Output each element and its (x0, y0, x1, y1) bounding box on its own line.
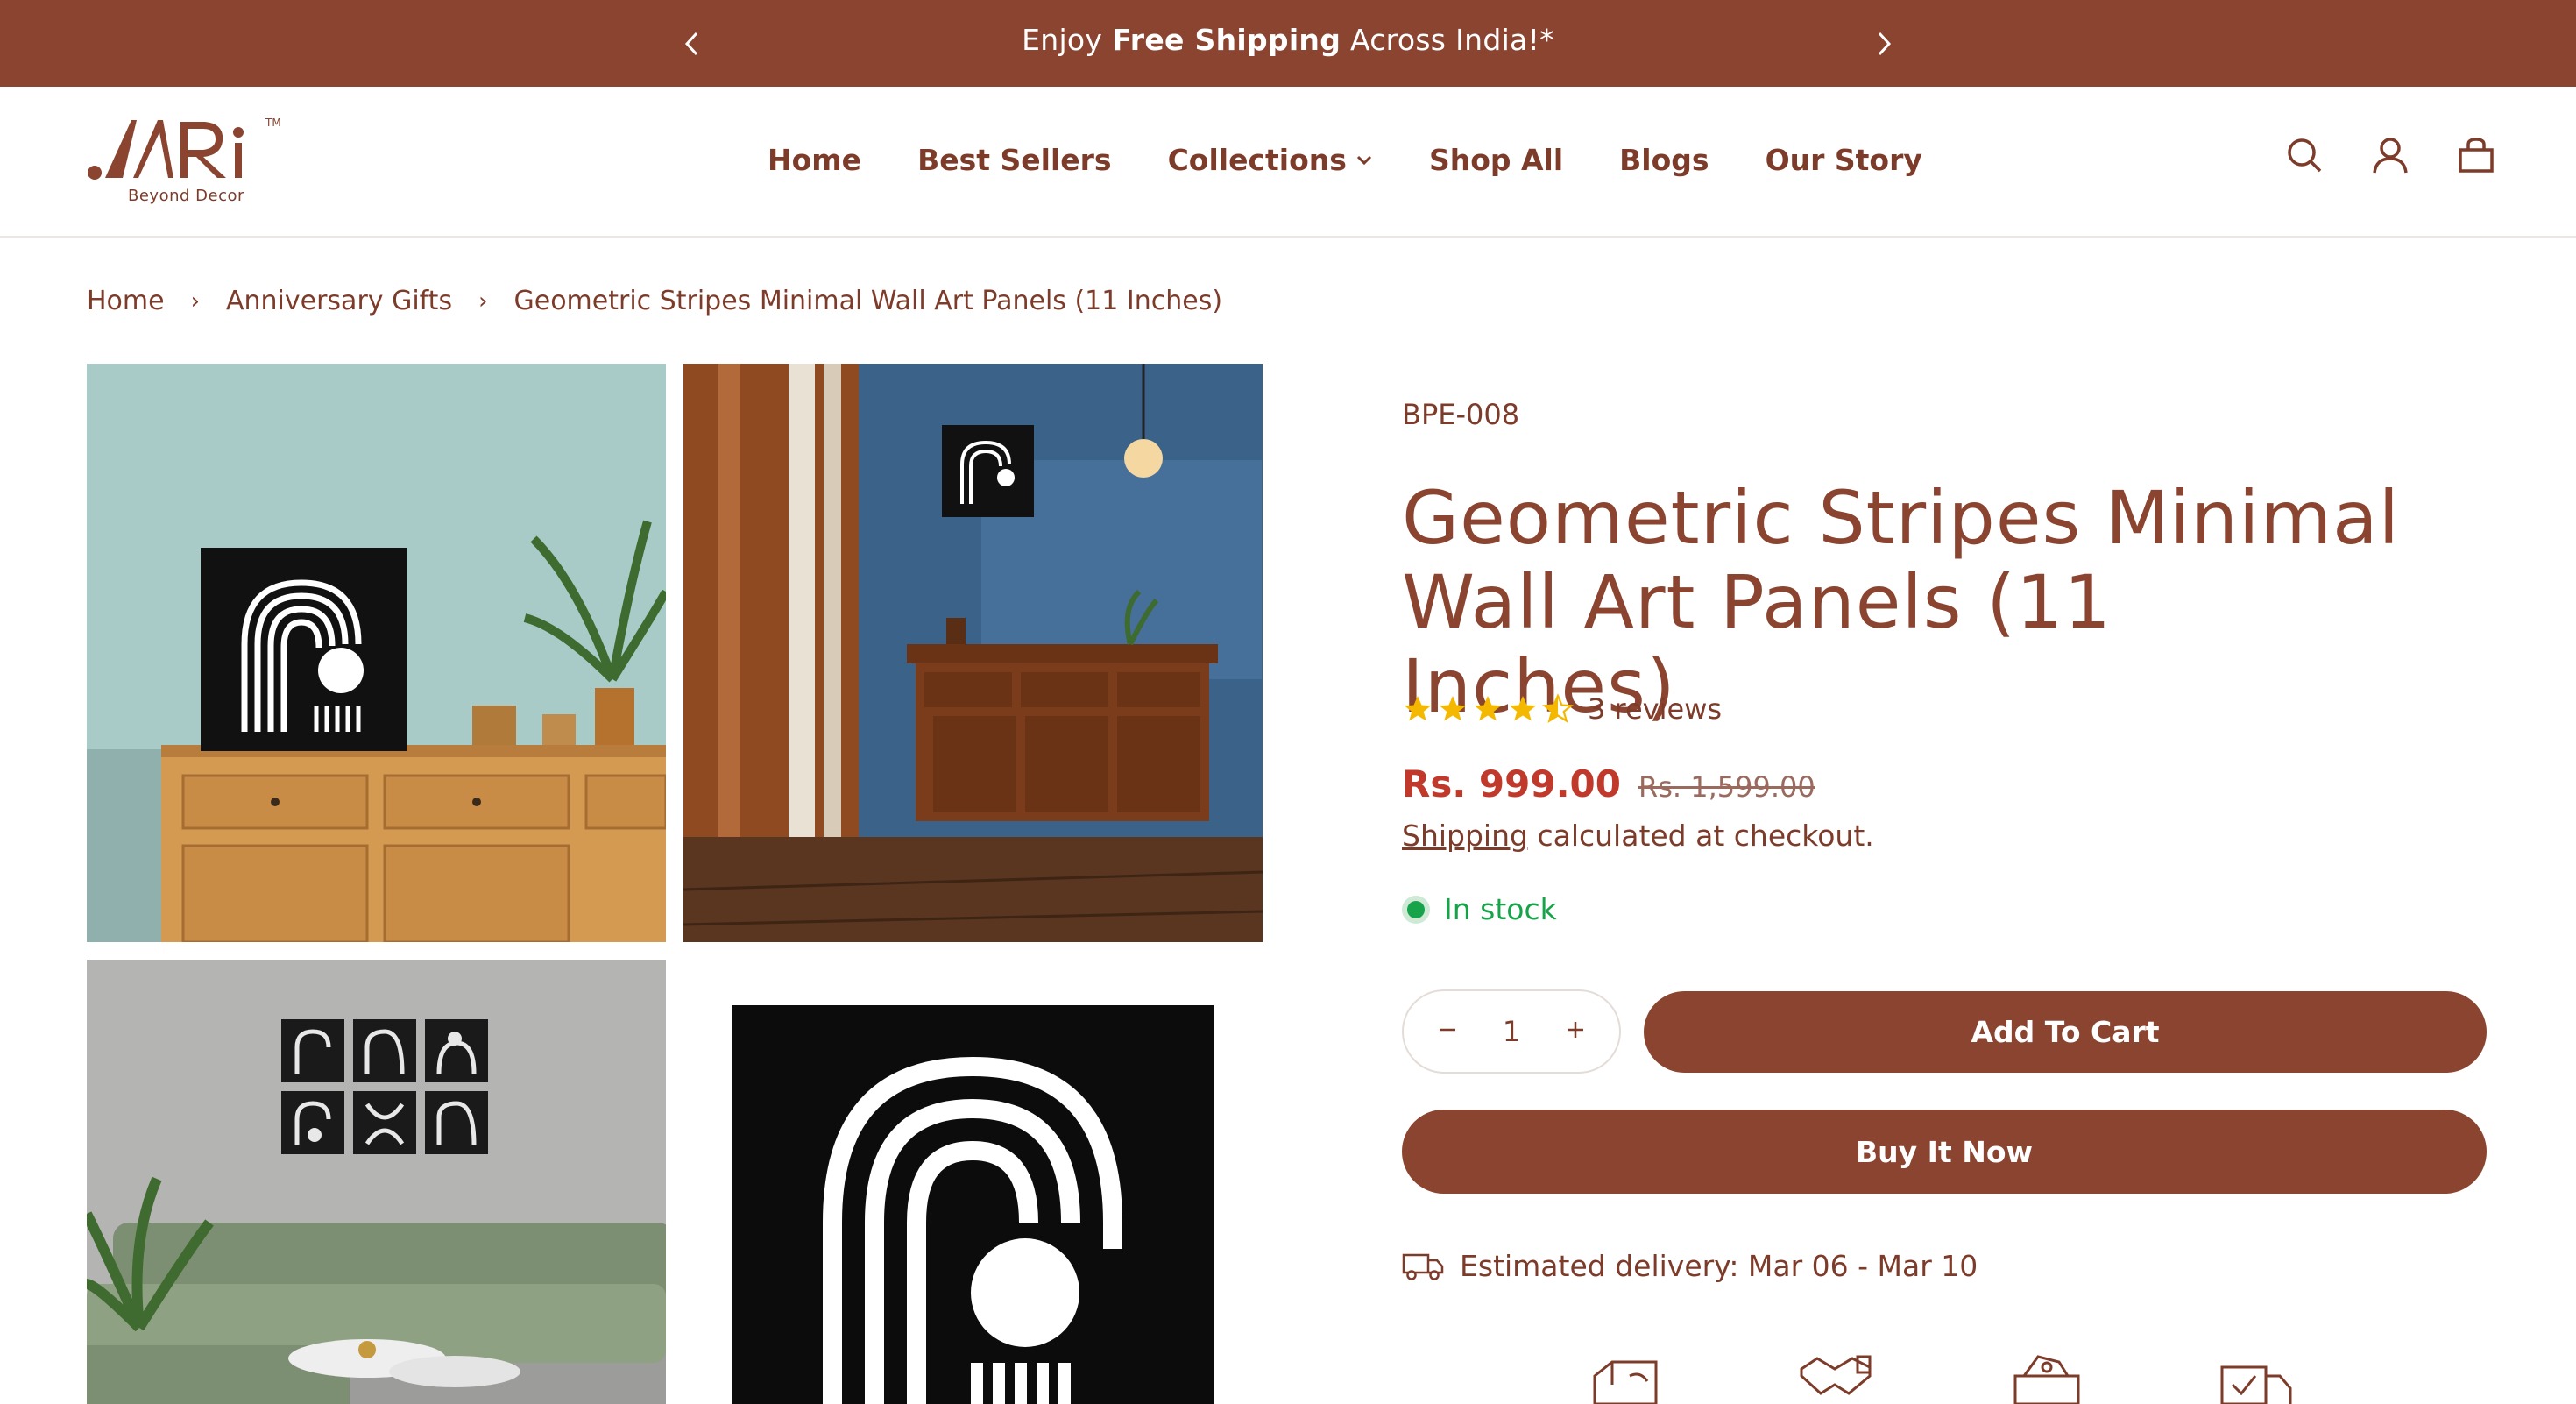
product-rating[interactable]: 3 reviews (1402, 692, 1722, 726)
handshake-icon (1796, 1350, 1875, 1404)
product-image-2[interactable] (683, 364, 1263, 942)
announcement-message: Enjoy Free Shipping Across India!* (1022, 23, 1554, 57)
nav-item-collections-label: Collections (1167, 143, 1347, 177)
delivery-check-icon (2217, 1350, 2296, 1404)
cash-payment-icon (2006, 1350, 2085, 1404)
add-to-cart-button[interactable]: Add To Cart (1644, 991, 2487, 1073)
shipping-link[interactable]: Shipping (1402, 819, 1528, 853)
main-nav: Home Best Sellers Collections Shop All B… (768, 143, 1922, 177)
delivery-truck-icon (1402, 1253, 1444, 1280)
nav-item-collections[interactable]: Collections (1168, 143, 1373, 177)
breadcrumb: Home › Anniversary Gifts › Geometric Str… (87, 286, 1222, 316)
nav-item-blogs[interactable]: Blogs (1619, 143, 1709, 177)
estimated-delivery: Estimated delivery: Mar 06 - Mar 10 (1402, 1249, 1978, 1283)
breadcrumb-home[interactable]: Home (87, 286, 165, 316)
product-image-1[interactable] (87, 364, 666, 942)
breadcrumb-separator: › (190, 287, 200, 315)
brand-logo[interactable]: TM Beyond Decor (86, 113, 287, 209)
quantity-stepper (1402, 989, 1621, 1074)
product-sku: BPE-008 (1402, 398, 1520, 431)
decrease-quantity-button[interactable] (1430, 1014, 1465, 1049)
product-image-3[interactable] (87, 960, 666, 1404)
sale-price: Rs. 999.00 (1402, 762, 1621, 805)
logo-trademark: TM (265, 117, 281, 129)
nav-item-shop-all[interactable]: Shop All (1429, 143, 1563, 177)
nav-item-our-story[interactable]: Our Story (1766, 143, 1922, 177)
nav-item-home[interactable]: Home (768, 143, 861, 177)
cart-icon[interactable] (2457, 136, 2495, 174)
chevron-right-icon[interactable] (1866, 26, 1901, 61)
stock-status: In stock (1402, 892, 1557, 926)
rating-stars (1402, 693, 1574, 725)
buy-now-button[interactable]: Buy It Now (1402, 1110, 2487, 1194)
announcement-bar: Enjoy Free Shipping Across India!* (0, 0, 2576, 87)
secure-package-icon (1586, 1350, 1665, 1404)
reviews-count[interactable]: 3 reviews (1588, 692, 1722, 726)
stock-label: In stock (1444, 892, 1557, 926)
product-title: Geometric Stripes Minimal Wall Art Panel… (1402, 475, 2400, 729)
price-block: Rs. 999.00 Rs. 1,599.00 (1402, 762, 1815, 805)
breadcrumb-separator: › (478, 287, 488, 315)
account-icon[interactable] (2371, 136, 2410, 174)
chevron-down-icon (1356, 155, 1371, 165)
star-icon (1510, 696, 1536, 721)
logo-mark (88, 120, 244, 180)
half-star-icon (1542, 693, 1574, 723)
header-actions (2285, 136, 2495, 174)
trust-badges (1586, 1350, 2296, 1404)
site-header: TM Beyond Decor Home Best Sellers Collec… (0, 87, 2576, 238)
shipping-note-text: calculated at checkout. (1527, 819, 1874, 853)
shipping-note: Shipping calculated at checkout. (1402, 819, 1874, 853)
breadcrumb-category[interactable]: Anniversary Gifts (226, 286, 452, 316)
announcement-highlight: Free Shipping (1112, 23, 1341, 57)
star-icon (1440, 696, 1466, 721)
quantity-input[interactable] (1485, 1015, 1538, 1048)
product-image-4[interactable] (683, 960, 1263, 1404)
in-stock-dot-icon (1402, 895, 1430, 924)
nav-item-best-sellers[interactable]: Best Sellers (917, 143, 1112, 177)
increase-quantity-button[interactable] (1558, 1014, 1593, 1049)
breadcrumb-current: Geometric Stripes Minimal Wall Art Panel… (513, 286, 1223, 316)
compare-price: Rs. 1,599.00 (1638, 770, 1815, 804)
star-icon (1475, 696, 1501, 721)
search-icon[interactable] (2285, 136, 2324, 174)
delivery-text: Estimated delivery: Mar 06 - Mar 10 (1460, 1249, 1978, 1283)
logo-tagline: Beyond Decor (128, 187, 244, 205)
star-icon (1405, 696, 1431, 721)
